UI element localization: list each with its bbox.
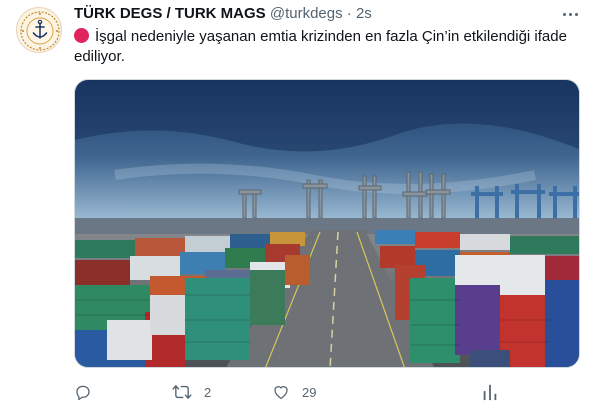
retweet-icon bbox=[172, 385, 192, 399]
red-circle-icon bbox=[74, 28, 89, 43]
tweet-actions: 2 29 bbox=[74, 378, 504, 406]
separator: · bbox=[346, 5, 352, 22]
tweet[interactable]: TÜRK DEGS / TURK MAGS @turkdegs · 2s İşg… bbox=[0, 0, 595, 415]
analytics-icon bbox=[483, 384, 497, 401]
logo-icon bbox=[20, 11, 60, 51]
reply-icon bbox=[76, 385, 90, 401]
tweet-text: İşgal nedeniyle yaşanan emtia krizinden … bbox=[74, 28, 567, 65]
avatar[interactable] bbox=[16, 7, 62, 53]
analytics-button[interactable] bbox=[482, 378, 498, 406]
retweet-count: 2 bbox=[204, 384, 212, 400]
more-icon[interactable] bbox=[560, 6, 580, 22]
tweet-media-image[interactable] bbox=[74, 79, 580, 368]
timestamp[interactable]: 2s bbox=[356, 5, 372, 22]
like-icon bbox=[274, 386, 288, 400]
retweet-button[interactable]: 2 bbox=[172, 378, 211, 406]
tweet-header: TÜRK DEGS / TURK MAGS @turkdegs · 2s bbox=[74, 5, 372, 22]
reply-button[interactable] bbox=[74, 378, 104, 406]
handle[interactable]: @turkdegs bbox=[270, 5, 343, 22]
container-port-image bbox=[75, 80, 579, 367]
display-name[interactable]: TÜRK DEGS / TURK MAGS bbox=[74, 5, 266, 22]
like-button[interactable]: 29 bbox=[272, 378, 316, 406]
like-count: 29 bbox=[302, 384, 317, 400]
tweet-text-container: İşgal nedeniyle yaşanan emtia krizinden … bbox=[74, 27, 574, 67]
